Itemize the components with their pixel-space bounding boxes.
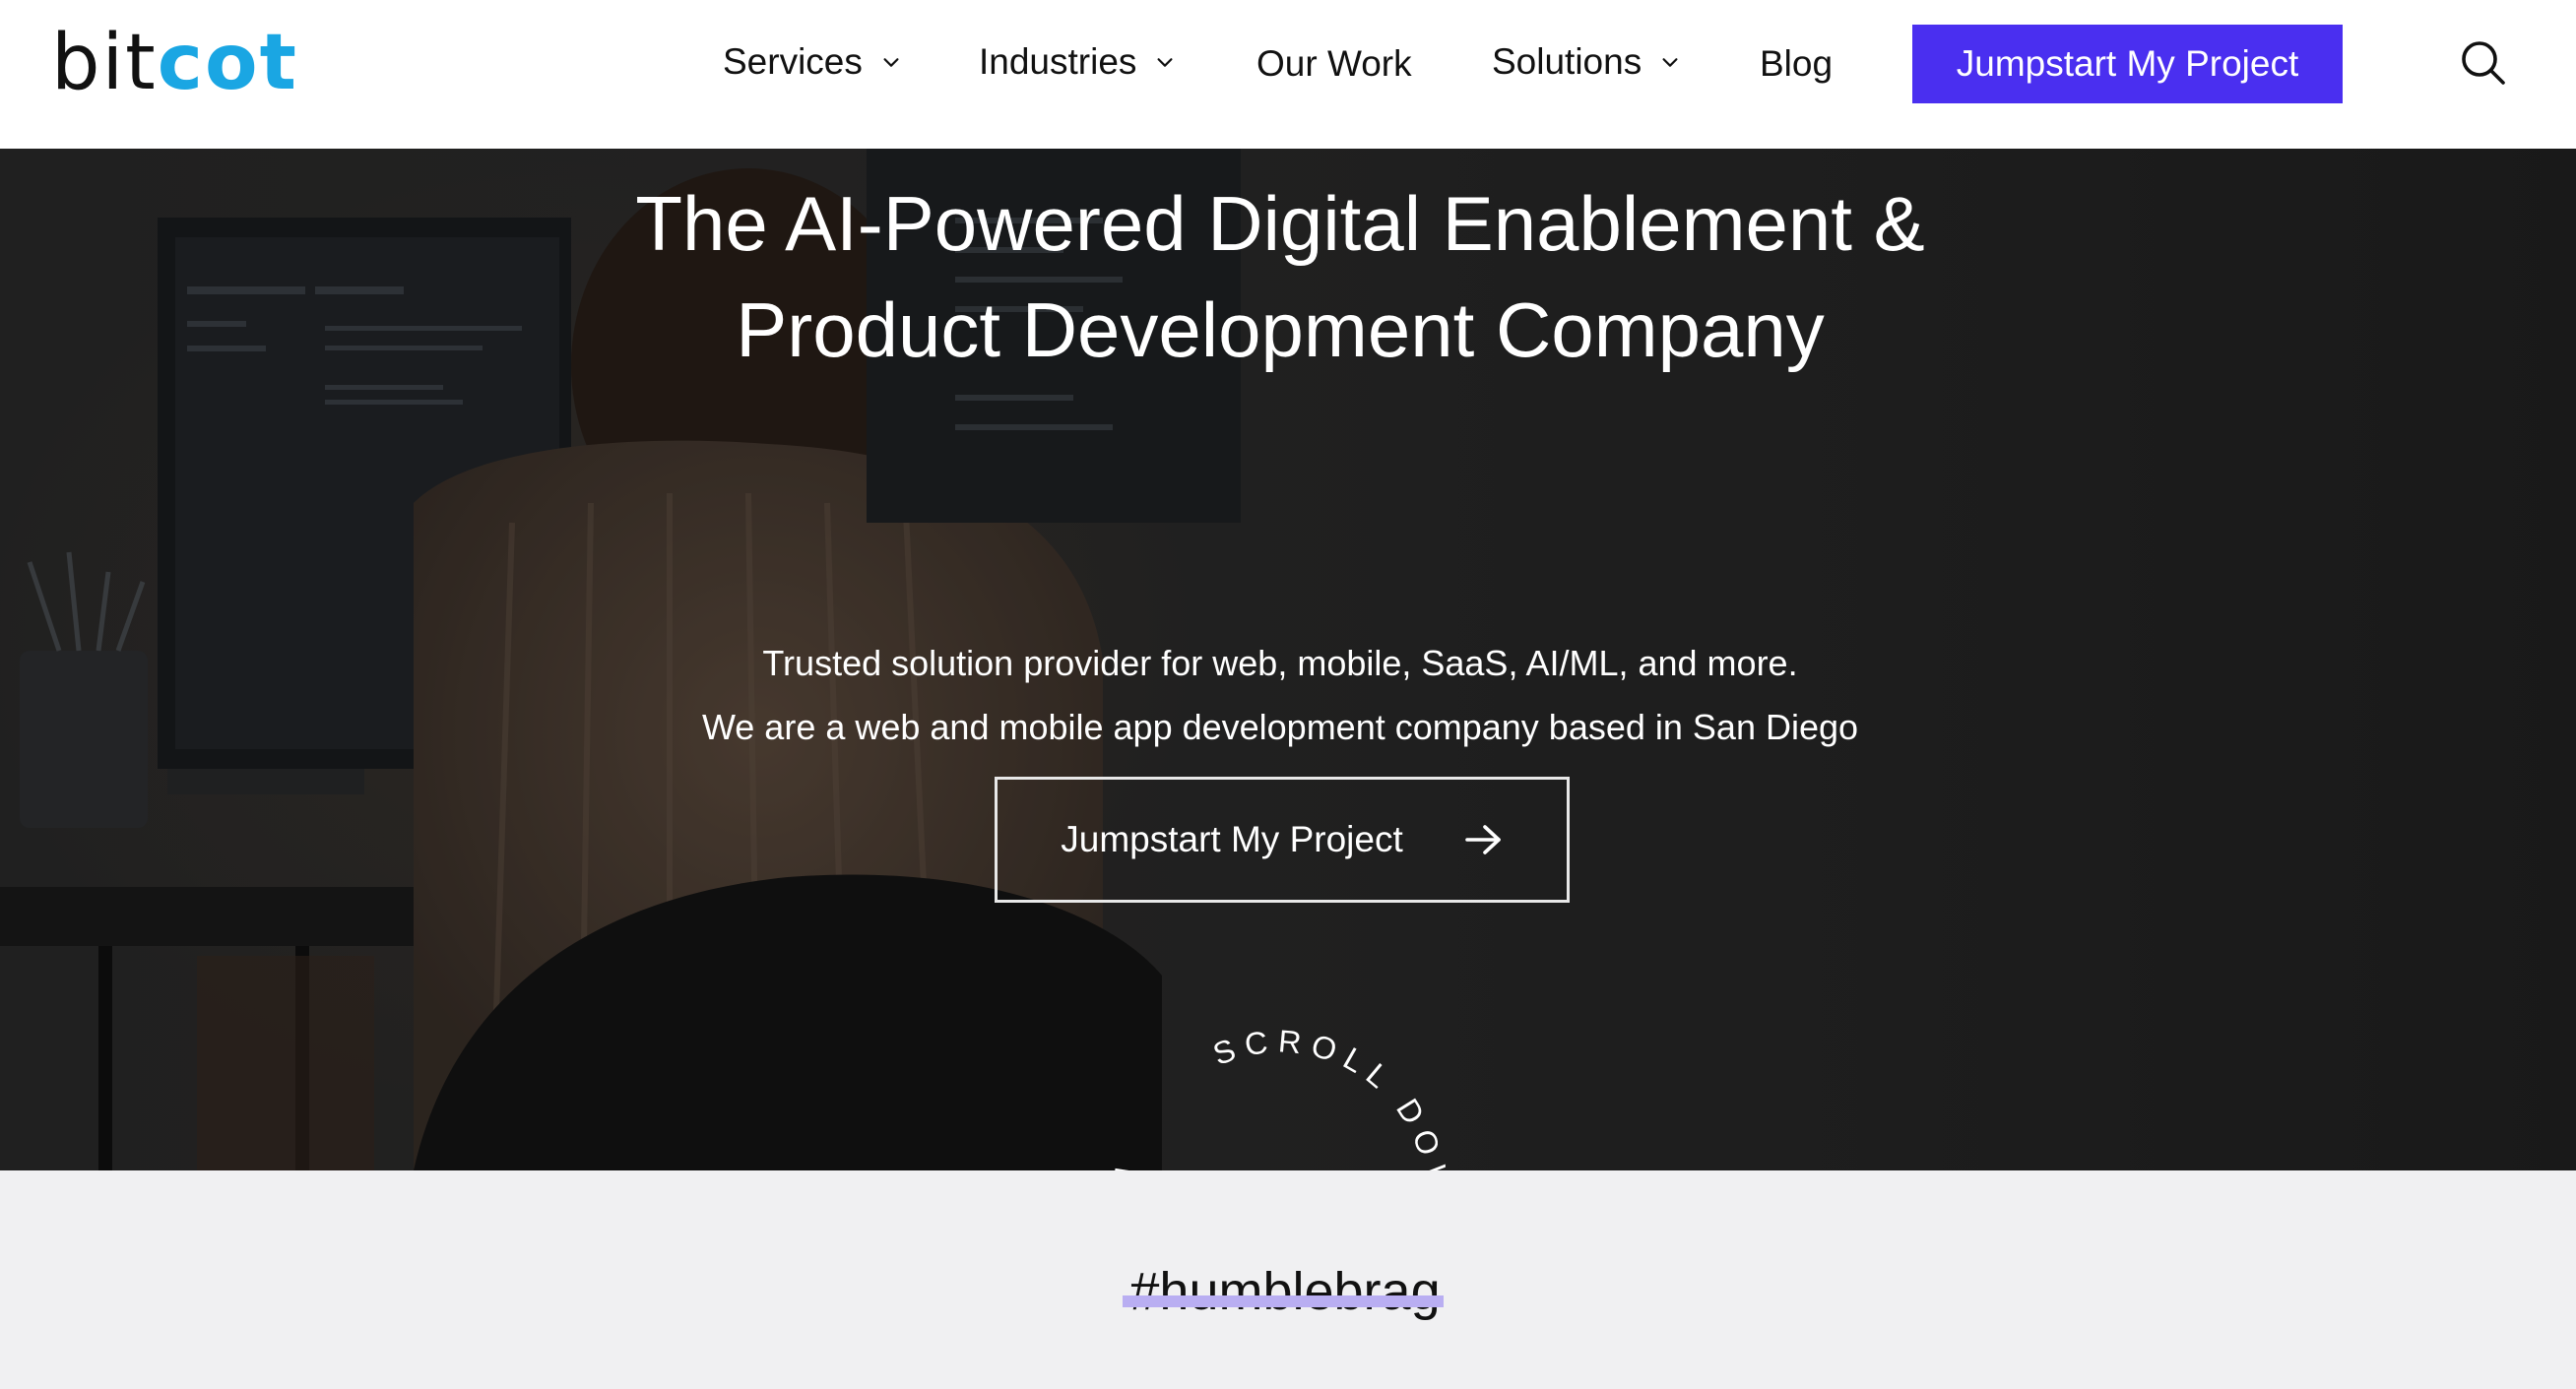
- nav-solutions[interactable]: Solutions: [1492, 37, 1681, 87]
- hero-section: The AI-Powered Digital Enablement & Prod…: [0, 149, 2576, 1170]
- hero-subtitle: Trusted solution provider for web, mobil…: [0, 631, 2560, 759]
- hero-subtitle-line1: Trusted solution provider for web, mobil…: [762, 643, 1798, 683]
- jumpstart-project-button-hero[interactable]: Jumpstart My Project: [995, 777, 1570, 903]
- nav-our-work[interactable]: Our Work: [1256, 39, 1412, 89]
- nav-services-label: Services: [723, 41, 863, 82]
- hero-title-line1: The AI-Powered Digital Enablement &: [635, 180, 1925, 267]
- nav-blog[interactable]: Blog: [1760, 39, 1833, 89]
- chevron-down-icon: [1662, 58, 1678, 67]
- bitcot-logo[interactable]: bitcot: [51, 22, 298, 104]
- nav-industries-label: Industries: [979, 41, 1137, 82]
- nav-our-work-label: Our Work: [1256, 43, 1412, 84]
- scroll-down-textpath-leading: SCROLL DOWN: [1083, 1001, 1136, 1170]
- humblebrag-heading: #humblebrag: [1129, 1262, 1441, 1321]
- logo-text-cot: cot: [157, 19, 298, 107]
- site-header: bitcot Services Industries Our Work Solu…: [0, 0, 2576, 149]
- search-icon[interactable]: [2458, 37, 2509, 89]
- humblebrag-highlight: [1123, 1295, 1444, 1307]
- scroll-down-text: SCROLL DOWN: [1208, 1023, 1455, 1170]
- chevron-down-icon: [1157, 58, 1173, 67]
- humblebrag-section: #humblebrag: [0, 1170, 2576, 1389]
- logo-text-bit: bit: [51, 19, 158, 107]
- chevron-down-icon: [883, 58, 899, 67]
- jumpstart-project-button-header[interactable]: Jumpstart My Project: [1912, 25, 2343, 103]
- hero-cta-label: Jumpstart My Project: [1061, 819, 1403, 859]
- page: bitcot Services Industries Our Work Solu…: [0, 0, 2576, 1389]
- arrow-right-icon: [1464, 825, 1501, 854]
- nav-industries[interactable]: Industries: [979, 37, 1176, 87]
- scroll-down-textpath: SCROLL DOWN: [1208, 1023, 1447, 1170]
- nav-blog-label: Blog: [1760, 43, 1834, 84]
- nav-services[interactable]: Services: [723, 37, 902, 87]
- hero-title: The AI-Powered Digital Enablement & Prod…: [0, 170, 2560, 383]
- hero-title-line2: Product Development Company: [736, 286, 1825, 373]
- scroll-down-text-leading: SCROLL DOWN: [1083, 1001, 1145, 1170]
- hero-subtitle-line2: We are a web and mobile app development …: [701, 707, 1859, 747]
- scroll-down-badge[interactable]: SCROLL DOWN SCROLL DOWN: [1083, 1001, 1477, 1170]
- nav-solutions-label: Solutions: [1492, 41, 1642, 82]
